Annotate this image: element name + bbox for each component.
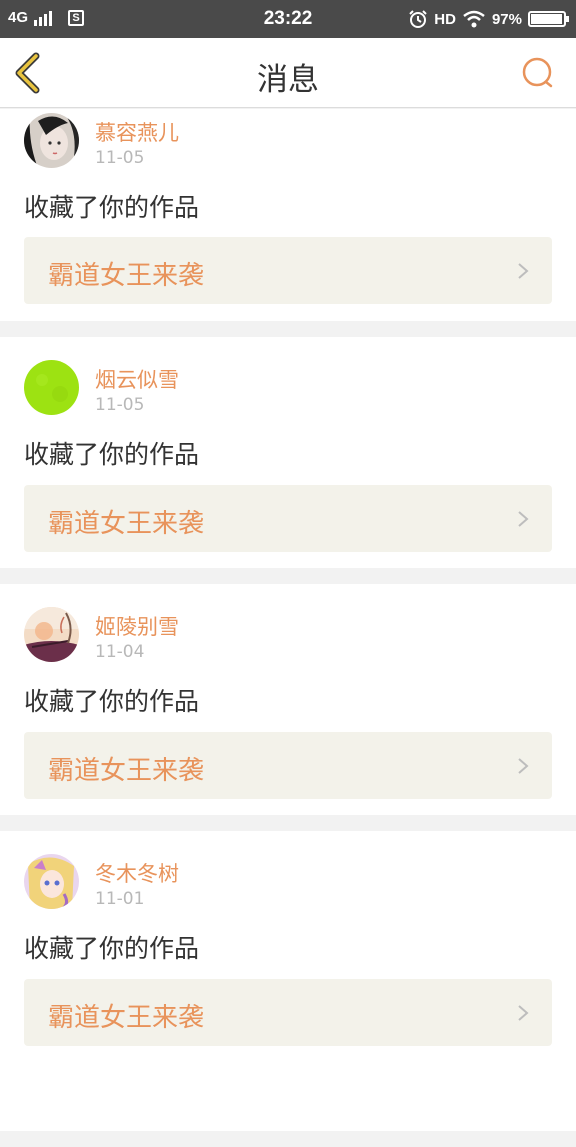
work-link[interactable]: 霸道女王来袭 [24, 979, 552, 1046]
page-title: 消息 [257, 62, 319, 98]
status-bar: 4G S 23:22 HD 97% [0, 0, 576, 38]
message-date: 11-05 [95, 395, 145, 415]
wifi-icon [463, 10, 485, 28]
search-button[interactable] [518, 53, 558, 93]
message-date: 11-04 [95, 642, 145, 662]
user-name[interactable]: 烟云似雪 [95, 364, 179, 394]
status-icons: HD 97% [408, 9, 569, 29]
search-icon [522, 57, 553, 88]
battery-percent: 97% [491, 10, 522, 28]
work-link[interactable]: 霸道女王来袭 [24, 732, 552, 799]
user-name[interactable]: 慕容燕儿 [95, 117, 179, 147]
list-item: 姬陵别雪 11-04 收藏了你的作品 霸道女王来袭 [0, 584, 576, 815]
chevron-right-icon [518, 511, 529, 527]
message-text: 收藏了你的作品 [24, 193, 200, 222]
nav-bar: 消息 [0, 38, 576, 108]
avatar[interactable] [24, 360, 79, 415]
avatar[interactable] [24, 607, 79, 662]
message-list: 慕容燕儿 11-05 收藏了你的作品 霸道女王来袭 烟云似雪 11-05 收藏了… [0, 109, 576, 1147]
chevron-right-icon [518, 263, 529, 279]
battery-icon [528, 11, 569, 27]
work-title: 霸道女王来袭 [48, 509, 205, 539]
message-date: 11-05 [95, 148, 145, 168]
list-item: 慕容燕儿 11-05 收藏了你的作品 霸道女王来袭 [0, 109, 576, 321]
chevron-right-icon [518, 758, 529, 774]
alarm-icon [409, 10, 428, 28]
hd-label: HD [434, 10, 456, 28]
list-item: 冬木冬树 11-01 收藏了你的作品 霸道女王来袭 [0, 831, 576, 1131]
user-name[interactable]: 姬陵别雪 [95, 611, 179, 641]
user-name[interactable]: 冬木冬树 [95, 858, 179, 888]
list-item: 烟云似雪 11-05 收藏了你的作品 霸道女王来袭 [0, 337, 576, 568]
work-title: 霸道女王来袭 [48, 261, 205, 291]
work-title: 霸道女王来袭 [48, 1003, 205, 1033]
avatar[interactable] [24, 113, 79, 168]
work-link[interactable]: 霸道女王来袭 [24, 237, 552, 304]
message-text: 收藏了你的作品 [24, 687, 200, 716]
message-text: 收藏了你的作品 [24, 934, 200, 963]
message-date: 11-01 [95, 889, 145, 909]
chevron-right-icon [518, 1005, 529, 1021]
message-text: 收藏了你的作品 [24, 440, 200, 469]
work-link[interactable]: 霸道女王来袭 [24, 485, 552, 552]
avatar[interactable] [24, 854, 79, 909]
work-title: 霸道女王来袭 [48, 756, 205, 786]
